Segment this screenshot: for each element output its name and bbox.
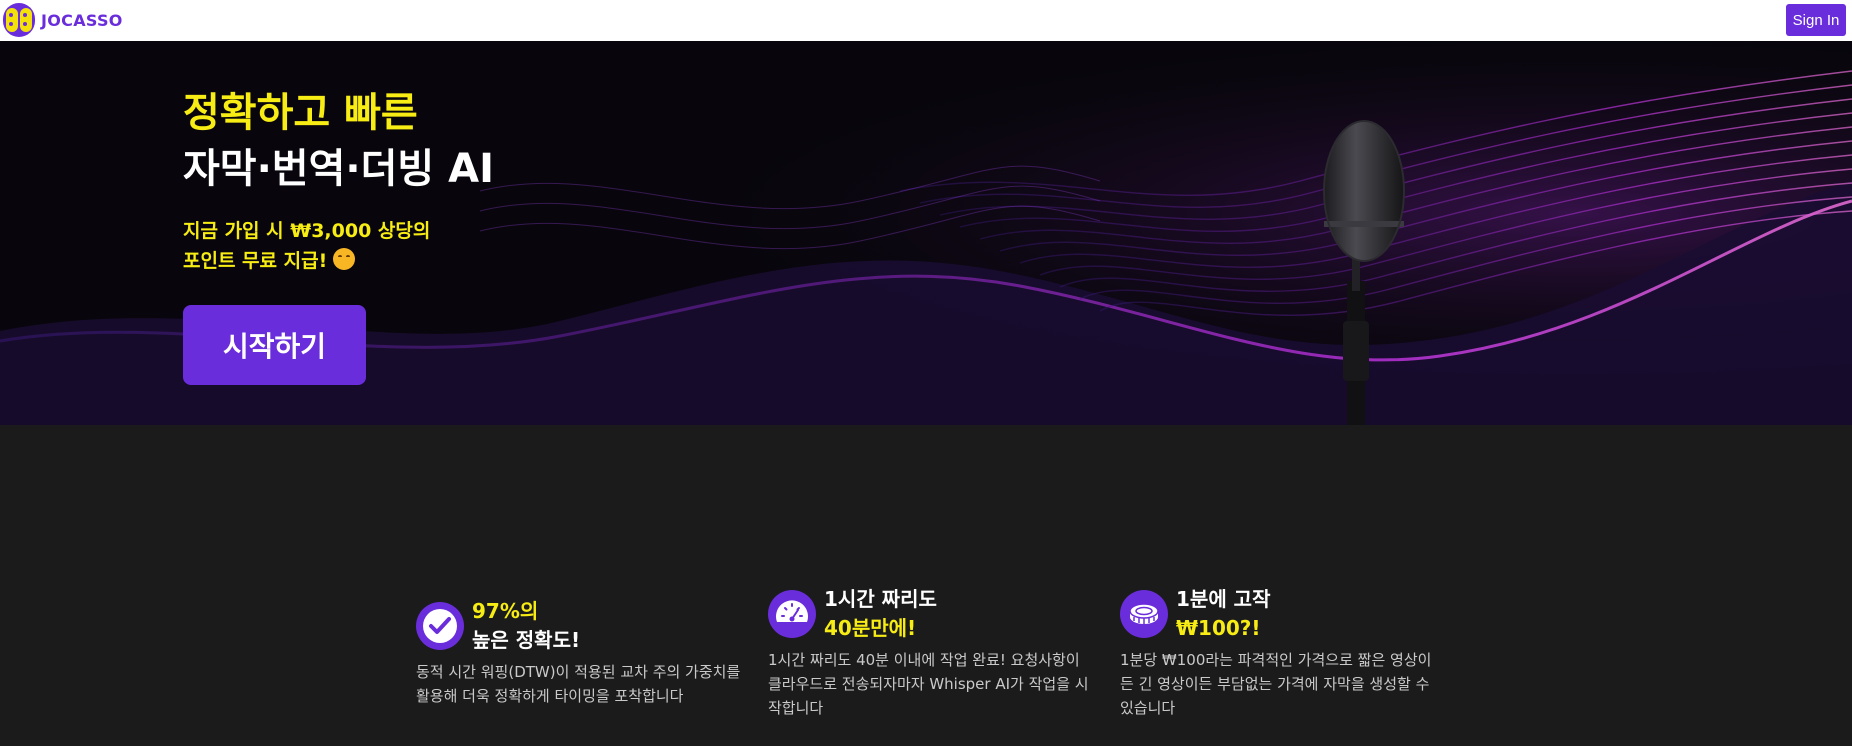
feature-accuracy-heading: 97%의 높은 정확도! <box>472 597 580 655</box>
check-circle-icon <box>416 602 464 650</box>
hero-subtitle-line2: 포인트 무료 지급! <box>183 250 328 272</box>
feature-accuracy-head-a: 97%의 <box>472 599 539 623</box>
hero-subtitle: 지금 가입 시 ₩3,000 상당의 포인트 무료 지급! <box>183 216 430 276</box>
hero-title-line2: 자막·번역·더빙 AI <box>183 146 494 192</box>
feature-speed-head-a: 1시간 짜리도 <box>824 587 937 611</box>
speedometer-icon <box>768 590 816 638</box>
feature-accuracy-head-b: 높은 정확도! <box>472 628 581 652</box>
feature-speed-heading: 1시간 짜리도 40분만에! <box>824 585 937 643</box>
hugging-face-emoji-icon <box>333 248 356 270</box>
feature-price-desc: 1분당 ₩100라는 파격적인 가격으로 짧은 영상이든 긴 영상이든 부담없는… <box>1120 651 1432 717</box>
brand-name: JOCASSO <box>41 10 123 30</box>
brand-logo[interactable]: JOCASSO <box>3 3 123 37</box>
hero-title: 정확하고 빠른 자막·번역·더빙 AI <box>183 85 494 197</box>
jocasso-logo-icon <box>3 3 35 37</box>
coin-icon <box>1120 590 1168 638</box>
feature-accuracy-desc: 동적 시간 워핑(DTW)이 적용된 교차 주의 가중치를 활용해 더욱 정확하… <box>416 663 741 705</box>
start-button[interactable]: 시작하기 <box>183 305 366 385</box>
feature-speed-desc: 1시간 짜리도 40분 이내에 작업 완료! 요청사항이 클라우드로 전송되자마… <box>768 651 1089 717</box>
features-section: 97%의 높은 정확도! 동적 시간 워핑(DTW)이 적용된 교차 주의 가중… <box>0 425 1852 746</box>
hero-banner: 정확하고 빠른 자막·번역·더빙 AI 지금 가입 시 ₩3,000 상당의 포… <box>0 41 1852 425</box>
sign-in-button[interactable]: Sign In <box>1786 4 1846 36</box>
top-navbar: JOCASSO Sign In <box>0 0 1852 41</box>
hero-subtitle-line1: 지금 가입 시 ₩3,000 상당의 <box>183 220 431 242</box>
feature-price-head-b: ₩100?! <box>1176 616 1261 640</box>
feature-price-head-a: 1분에 고작 <box>1176 587 1271 611</box>
feature-speed-head-b: 40분만에! <box>824 616 917 640</box>
hero-title-line1: 정확하고 빠른 <box>183 90 418 136</box>
feature-price-heading: 1분에 고작 ₩100?! <box>1176 585 1270 643</box>
